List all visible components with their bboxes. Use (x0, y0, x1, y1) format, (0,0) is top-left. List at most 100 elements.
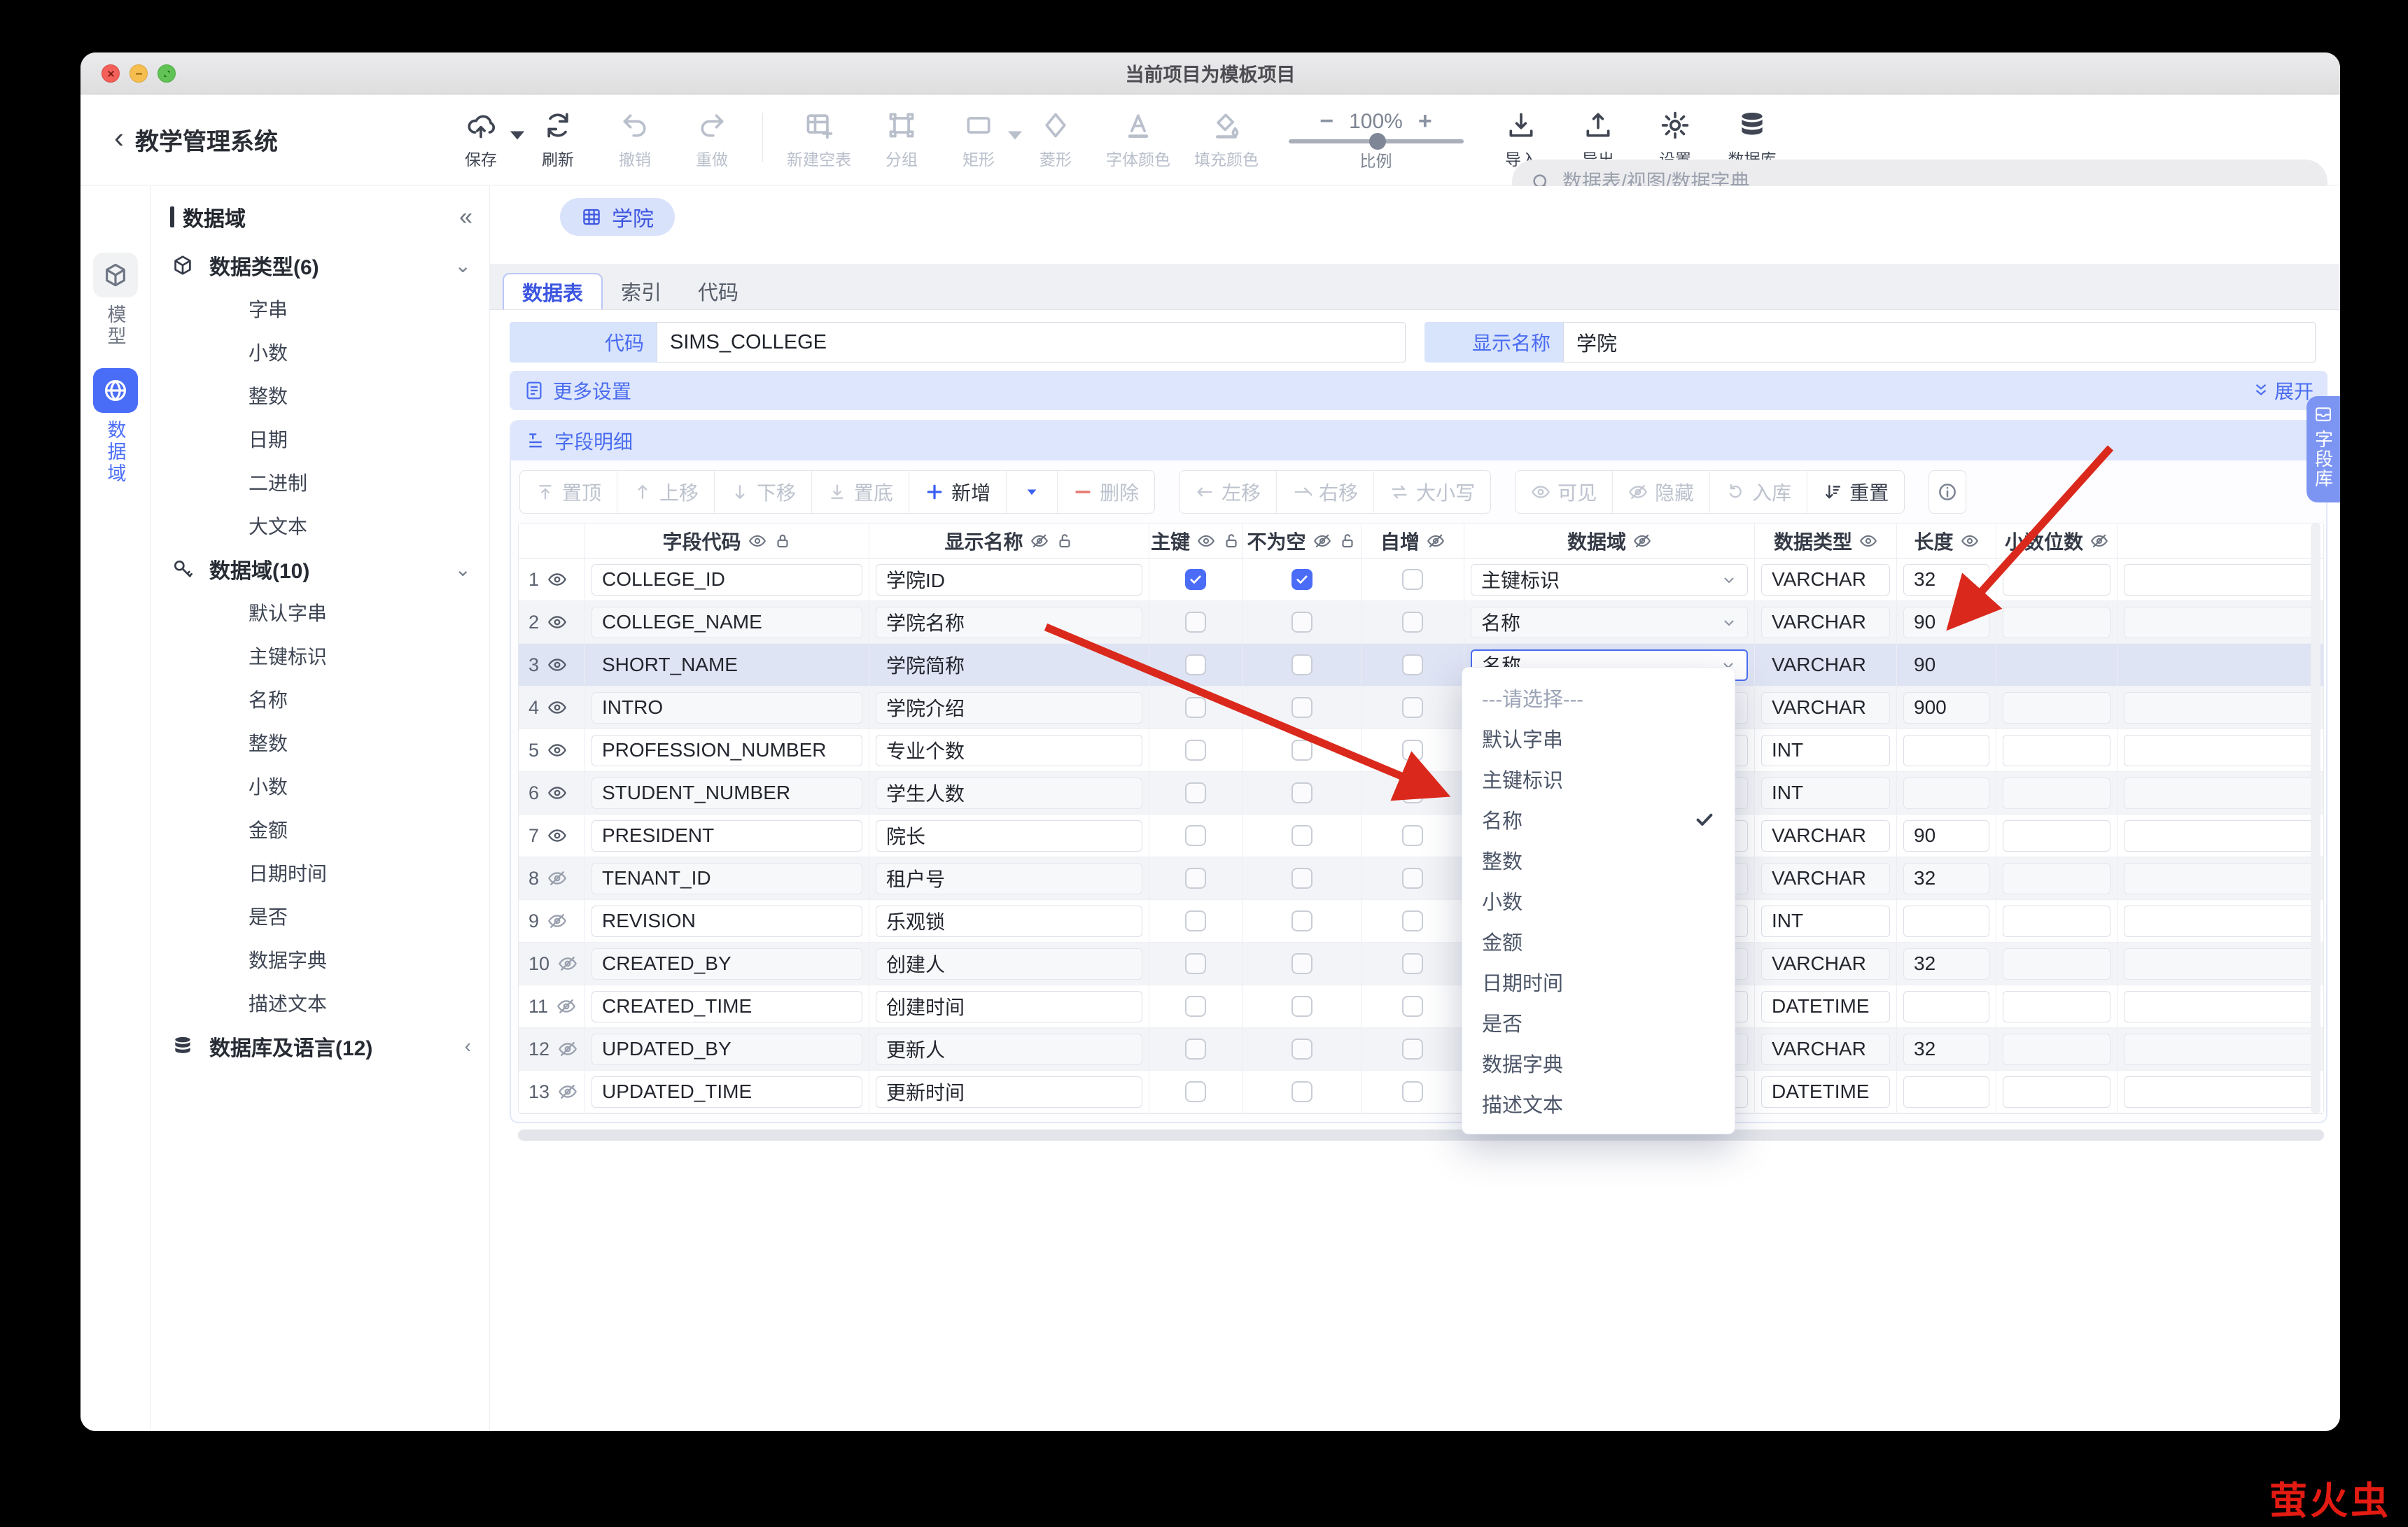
cell-extra[interactable] (2118, 558, 2323, 601)
lock-open-icon[interactable] (1338, 532, 1357, 550)
dropdown-option-金额[interactable]: 金额 (1462, 921, 1735, 962)
cell-extra[interactable] (2118, 985, 2323, 1028)
cell-code[interactable]: PROFESSION_NUMBER (585, 729, 869, 772)
隐藏-button[interactable]: 隐藏 (1612, 471, 1709, 513)
cell-data-type[interactable]: VARCHAR (1755, 943, 1897, 985)
cell-extra[interactable] (2118, 943, 2323, 985)
checkbox[interactable] (1185, 697, 1206, 718)
左移-button[interactable]: 左移 (1180, 471, 1276, 513)
cell-decimals[interactable] (1996, 772, 2118, 815)
sidebar-item[interactable]: 二进制 (150, 460, 489, 504)
eye-icon[interactable] (547, 570, 567, 589)
cell-data-type[interactable]: VARCHAR (1755, 558, 1897, 601)
eye-off-icon[interactable] (1427, 532, 1445, 550)
toolbar-rectangle-button[interactable]: 矩形 (952, 110, 1005, 170)
cell-display-name[interactable]: 学院简称 (869, 644, 1149, 687)
activity-item-data-domain[interactable]: 数据域 (80, 368, 150, 485)
cell-data-type[interactable]: INT (1755, 729, 1897, 772)
cell-auto-increment[interactable] (1362, 558, 1464, 601)
cell-data-type[interactable]: DATETIME (1755, 1071, 1897, 1113)
sidebar-item[interactable]: 金额 (150, 808, 489, 851)
sidebar-collapse-icon[interactable]: « (459, 204, 472, 231)
cell-length[interactable] (1897, 985, 1996, 1028)
lock-open-icon[interactable] (1222, 532, 1240, 550)
cell-display-name[interactable]: 院长 (869, 815, 1149, 857)
cell-auto-increment[interactable] (1362, 1071, 1464, 1113)
checkbox[interactable] (1292, 1039, 1312, 1060)
cell-data-type[interactable]: VARCHAR (1755, 644, 1897, 687)
cell-not-null[interactable] (1242, 900, 1362, 943)
cell-not-null[interactable] (1242, 1071, 1362, 1113)
cell-decimals[interactable] (1996, 985, 2118, 1028)
eye-off-icon[interactable] (558, 1039, 578, 1059)
display-name-field-input[interactable] (1563, 322, 2316, 363)
cell-data-type[interactable]: VARCHAR (1755, 857, 1897, 900)
checkbox[interactable] (1185, 910, 1206, 931)
field-row-STUDENT_NUMBER[interactable]: 6STUDENT_NUMBER学生人数INT (519, 772, 2323, 815)
tab-数据表[interactable]: 数据表 (503, 273, 603, 309)
eye-off-icon[interactable] (556, 997, 576, 1016)
cell-code[interactable]: INTRO (585, 687, 869, 729)
cell-code[interactable]: PRESIDENT (585, 815, 869, 857)
cell-extra[interactable] (2118, 900, 2323, 943)
cell-length[interactable]: 90 (1897, 601, 1996, 644)
eye-icon[interactable] (1197, 532, 1215, 550)
eye-off-icon[interactable] (1030, 532, 1049, 550)
cell-decimals[interactable] (1996, 943, 2118, 985)
chevron-left-icon[interactable]: ‹ (465, 1035, 471, 1057)
cell-auto-increment[interactable] (1362, 815, 1464, 857)
cell-auto-increment[interactable] (1362, 943, 1464, 985)
cell-not-null[interactable] (1242, 729, 1362, 772)
cell-display-name[interactable]: 学院名称 (869, 601, 1149, 644)
checkbox[interactable] (1185, 1081, 1206, 1102)
tab-代码[interactable]: 代码 (680, 273, 757, 309)
dropdown-option-默认字串[interactable]: 默认字串 (1462, 718, 1735, 759)
checkbox[interactable] (1292, 740, 1312, 761)
checkbox[interactable] (1402, 996, 1423, 1017)
field-row-TENANT_ID[interactable]: 8TENANT_ID租户号VARCHAR32 (519, 857, 2323, 900)
cell-extra[interactable] (2118, 729, 2323, 772)
checkbox[interactable] (1402, 1081, 1423, 1102)
cell-display-name[interactable]: 乐观锁 (869, 900, 1149, 943)
cell-length[interactable]: 32 (1897, 1028, 1996, 1071)
cell-code[interactable]: STUDENT_NUMBER (585, 772, 869, 815)
domain-select[interactable]: 主键标识 (1471, 564, 1748, 596)
field-row-CREATED_TIME[interactable]: 11CREATED_TIME创建时间DATETIME (519, 985, 2323, 1028)
lock-closed-icon[interactable] (774, 532, 792, 550)
dropdown-option-描述文本[interactable]: 描述文本 (1462, 1083, 1735, 1124)
cell-primary-key[interactable] (1149, 601, 1242, 644)
horizontal-scrollbar[interactable] (518, 1130, 2324, 1141)
cell-domain[interactable]: 主键标识 (1464, 558, 1755, 601)
cell-domain[interactable]: 名称 (1464, 601, 1755, 644)
field-row-COLLEGE_ID[interactable]: 1COLLEGE_ID学院ID主键标识VARCHAR32 (519, 558, 2323, 601)
cell-code[interactable]: REVISION (585, 900, 869, 943)
toolbar-undo-button[interactable]: 撤销 (608, 110, 662, 170)
toolbar-refresh-button[interactable]: 刷新 (531, 110, 584, 170)
cell-code[interactable]: COLLEGE_ID (585, 558, 869, 601)
cell-length[interactable]: 32 (1897, 857, 1996, 900)
cell-display-name[interactable]: 学院ID (869, 558, 1149, 601)
eye-icon[interactable] (748, 532, 766, 550)
toolbar-new-table-button[interactable]: 新建空表 (787, 110, 851, 170)
cell-display-name[interactable]: 创建人 (869, 943, 1149, 985)
checkbox[interactable] (1292, 654, 1312, 675)
cell-code[interactable]: SHORT_NAME (585, 644, 869, 687)
zoom-window-icon[interactable] (158, 64, 176, 83)
cell-display-name[interactable]: 专业个数 (869, 729, 1149, 772)
field-row-UPDATED_TIME[interactable]: 13UPDATED_TIME更新时间DATETIME (519, 1071, 2323, 1113)
domain-select[interactable]: 名称 (1471, 607, 1748, 638)
cell-extra[interactable] (2118, 1028, 2323, 1071)
checkbox[interactable] (1292, 612, 1312, 633)
checkbox[interactable] (1292, 782, 1312, 803)
cell-display-name[interactable]: 学生人数 (869, 772, 1149, 815)
cell-length[interactable]: 32 (1897, 558, 1996, 601)
toolbar-save-cloud-button[interactable]: 保存 (454, 110, 507, 170)
checkbox[interactable] (1185, 654, 1206, 675)
field-row-COLLEGE_NAME[interactable]: 2COLLEGE_NAME学院名称名称VARCHAR90 (519, 601, 2323, 644)
cell-code[interactable]: COLLEGE_NAME (585, 601, 869, 644)
field-row-INTRO[interactable]: 4INTRO学院介绍VARCHAR900 (519, 687, 2323, 729)
checkbox[interactable] (1292, 1081, 1312, 1102)
cell-auto-increment[interactable] (1362, 772, 1464, 815)
cell-primary-key[interactable] (1149, 729, 1242, 772)
sidebar-item[interactable]: 整数 (150, 374, 489, 417)
